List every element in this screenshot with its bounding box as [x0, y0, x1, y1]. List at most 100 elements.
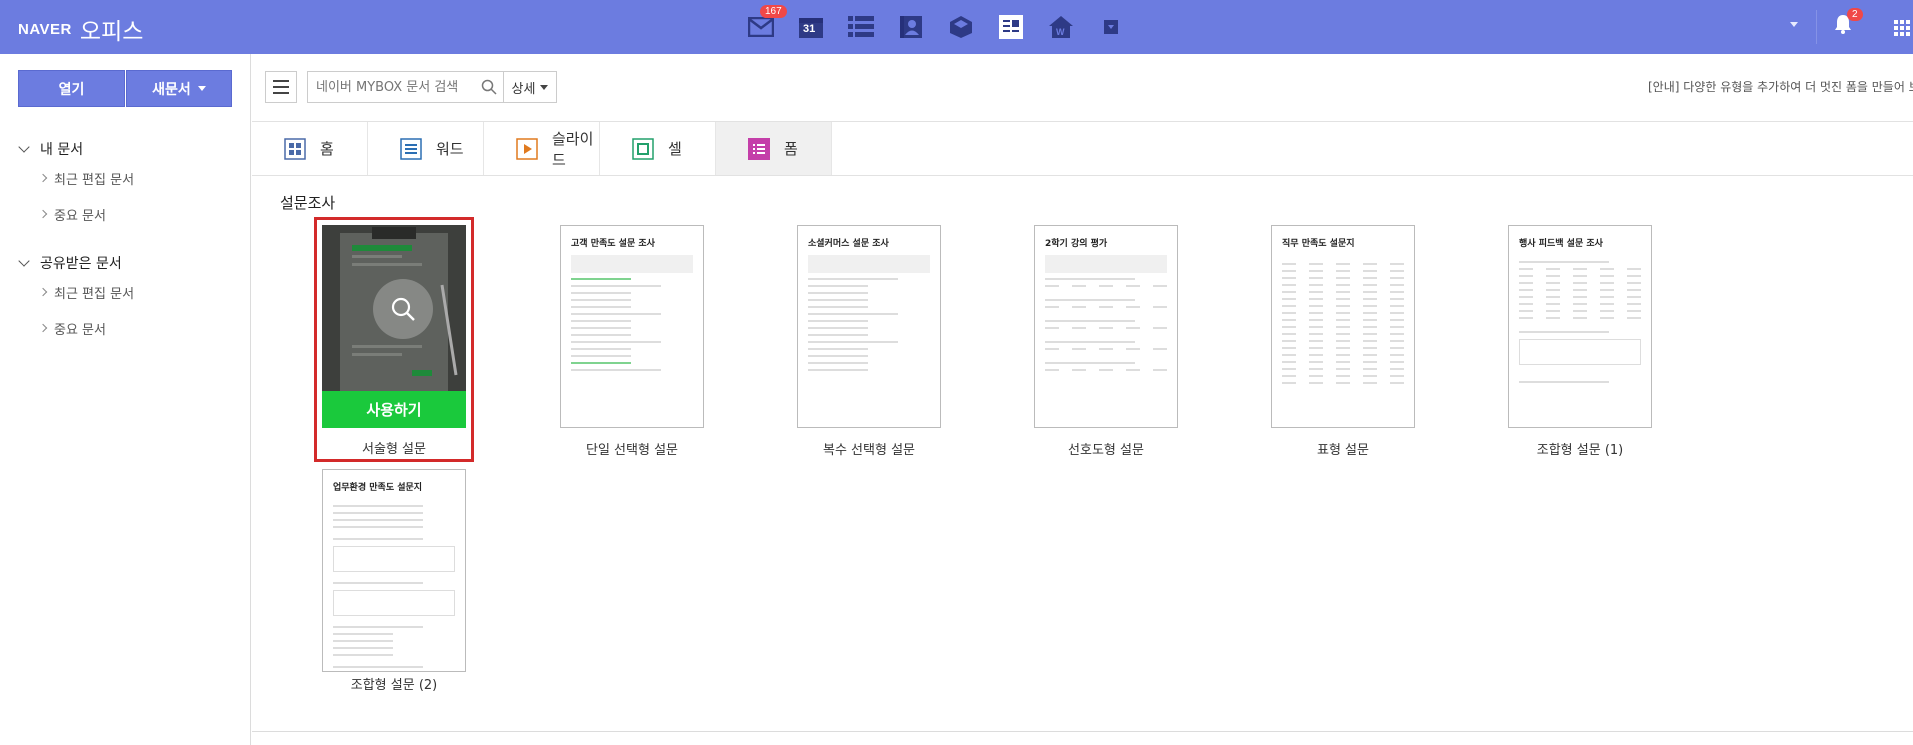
- chevron-down-icon: [197, 86, 206, 91]
- cell-icon: [632, 137, 654, 160]
- tab-label: 셀: [668, 140, 682, 158]
- chevron-down-icon: [18, 141, 30, 153]
- app-icons: 167 31 W: [742, 5, 1142, 46]
- template-label: 선호도형 설문: [1068, 443, 1144, 458]
- top-bar: NAVER 오피스 167 31 W 2: [0, 0, 1913, 54]
- chevron-down-icon: [18, 255, 30, 267]
- mail-icon[interactable]: 167: [742, 5, 787, 46]
- tab-label: 슬라이드: [552, 129, 594, 169]
- new-document-button[interactable]: 새문서: [126, 70, 232, 107]
- search-icon[interactable]: [481, 79, 497, 99]
- tree-head-label: 내 문서: [40, 142, 84, 158]
- template-card[interactable]: 업무환경 만족도 설문지 조합형 설문 (2): [314, 461, 466, 701]
- tree-item-shared-recent[interactable]: 최근 편집 문서: [18, 274, 238, 310]
- thumbnail-title: 2학기 강의 평가: [1045, 239, 1108, 249]
- thumbnail-title: 업무환경 만족도 설문지: [333, 483, 423, 493]
- search-input[interactable]: [308, 72, 468, 102]
- tab-label: 홈: [320, 140, 334, 158]
- tree-item-label: 최근 편집 문서: [54, 172, 135, 188]
- template-label: 조합형 설문 (1): [1536, 443, 1624, 458]
- tree-item-important[interactable]: 중요 문서: [18, 196, 238, 232]
- bottom-divider: [252, 731, 1913, 732]
- mail-badge: 167: [760, 5, 787, 18]
- more-icon[interactable]: [1092, 8, 1130, 46]
- notification-badge: 2: [1847, 8, 1863, 21]
- template-thumbnail: 고객 만족도 설문 조사: [560, 225, 704, 428]
- calendar-icon[interactable]: 31: [792, 8, 830, 46]
- app-grid-icon[interactable]: [1894, 20, 1910, 40]
- template-label: 복수 선택형 설문: [823, 443, 915, 458]
- memo-icon[interactable]: [992, 8, 1030, 46]
- home-grid-icon: [284, 137, 306, 160]
- tree-item-recent[interactable]: 최근 편집 문서: [18, 160, 238, 196]
- top-divider: [1816, 10, 1817, 44]
- contacts-icon[interactable]: [892, 8, 930, 46]
- toolbar: 상세 [안내] 다양한 유형을 추가하여 더 멋진 폼을 만들어 보세요: [252, 54, 1913, 122]
- chevron-right-icon: [38, 287, 48, 297]
- home-icon[interactable]: W: [1042, 8, 1080, 46]
- notice-text[interactable]: [안내] 다양한 유형을 추가하여 더 멋진 폼을 만들어 보세요: [1648, 78, 1913, 95]
- brand-logo[interactable]: NAVER 오피스: [18, 12, 143, 46]
- thumbnail-title: 고객 만족도 설문 조사: [571, 239, 655, 249]
- tree-item-label: 최근 편집 문서: [54, 286, 135, 302]
- tree-group-my-docs: 내 문서 최근 편집 문서 중요 문서: [18, 138, 238, 232]
- template-thumbnail: 2학기 강의 평가: [1034, 225, 1178, 428]
- thumbnail-title: 직무 만족도 설문지: [1282, 239, 1355, 249]
- tab-word[interactable]: 워드: [368, 122, 484, 175]
- list-icon[interactable]: [842, 8, 880, 46]
- tab-slide[interactable]: 슬라이드: [484, 122, 600, 175]
- tree-head-my-docs[interactable]: 내 문서: [18, 138, 238, 160]
- calendar-day: 31: [803, 23, 816, 35]
- template-thumbnail: 업무환경 만족도 설문지: [322, 469, 466, 672]
- template-label: 조합형 설문 (2): [350, 678, 438, 693]
- detail-label: 상세: [511, 81, 536, 97]
- tab-label: 폼: [784, 140, 798, 158]
- document-tree: 내 문서 최근 편집 문서 중요 문서 공유받은 문서 최근 편집 문서 중요 …: [18, 138, 238, 366]
- tree-item-shared-important[interactable]: 중요 문서: [18, 310, 238, 346]
- tab-form[interactable]: 폼: [716, 122, 832, 175]
- template-thumbnail: 행사 피드백 설문 조사: [1508, 225, 1652, 428]
- template-gallery: 설문조사 사용하기 서술형 설문 고객 만족도 설문 조사 단일 선택형 설문 …: [252, 177, 1913, 732]
- zoom-icon[interactable]: [373, 279, 433, 339]
- hamburger-icon: [273, 80, 289, 82]
- open-button[interactable]: 열기: [18, 70, 125, 107]
- search-box: [307, 71, 506, 103]
- tree-head-shared-docs[interactable]: 공유받은 문서: [18, 252, 238, 274]
- naver-logo: NAVER: [18, 20, 72, 38]
- tree-item-label: 중요 문서: [54, 322, 106, 338]
- template-thumbnail: 직무 만족도 설문지: [1271, 225, 1415, 428]
- svg-text:W: W: [1056, 27, 1065, 37]
- template-label: 서술형 설문: [362, 442, 426, 457]
- new-document-label: 새문서: [152, 81, 191, 98]
- doc-type-tabs: 홈 워드 슬라이드 셀 폼: [252, 122, 1913, 176]
- template-label: 단일 선택형 설문: [586, 443, 678, 458]
- tree-head-label: 공유받은 문서: [40, 256, 122, 272]
- tab-label: 워드: [436, 140, 464, 158]
- template-card[interactable]: 2학기 강의 평가 선호도형 설문: [1026, 217, 1178, 458]
- slide-icon: [516, 137, 538, 160]
- template-card[interactable]: 행사 피드백 설문 조사 조합형 설문 (1): [1500, 217, 1652, 458]
- tree-item-label: 중요 문서: [54, 208, 106, 224]
- form-icon: [748, 137, 770, 160]
- chevron-right-icon: [38, 173, 48, 183]
- template-thumbnail: 소셜커머스 설문 조사: [797, 225, 941, 428]
- tab-cell[interactable]: 셀: [600, 122, 716, 175]
- account-dropdown-icon[interactable]: [1790, 22, 1798, 27]
- tree-group-shared-docs: 공유받은 문서 최근 편집 문서 중요 문서: [18, 252, 238, 346]
- menu-button[interactable]: [265, 71, 297, 103]
- detail-dropdown[interactable]: 상세: [503, 71, 557, 103]
- template-card[interactable]: 직무 만족도 설문지 표형 설문: [1263, 217, 1415, 458]
- section-title: 설문조사: [280, 194, 336, 212]
- cube-icon[interactable]: [942, 8, 980, 46]
- tab-home[interactable]: 홈: [252, 122, 368, 175]
- chevron-down-icon: [540, 84, 549, 90]
- word-icon: [400, 137, 422, 160]
- sidebar: 열기 새문서 내 문서 최근 편집 문서 중요 문서 공유받은 문서 최근 편집…: [0, 54, 251, 745]
- thumbnail-title: 소셜커머스 설문 조사: [808, 239, 889, 249]
- thumbnail-title: 행사 피드백 설문 조사: [1519, 239, 1603, 249]
- template-card[interactable]: 사용하기 서술형 설문: [314, 217, 474, 462]
- office-title: 오피스: [79, 19, 144, 45]
- use-template-button[interactable]: 사용하기: [322, 391, 466, 428]
- template-card[interactable]: 고객 만족도 설문 조사 단일 선택형 설문: [552, 217, 704, 458]
- template-card[interactable]: 소셜커머스 설문 조사 복수 선택형 설문: [789, 217, 941, 458]
